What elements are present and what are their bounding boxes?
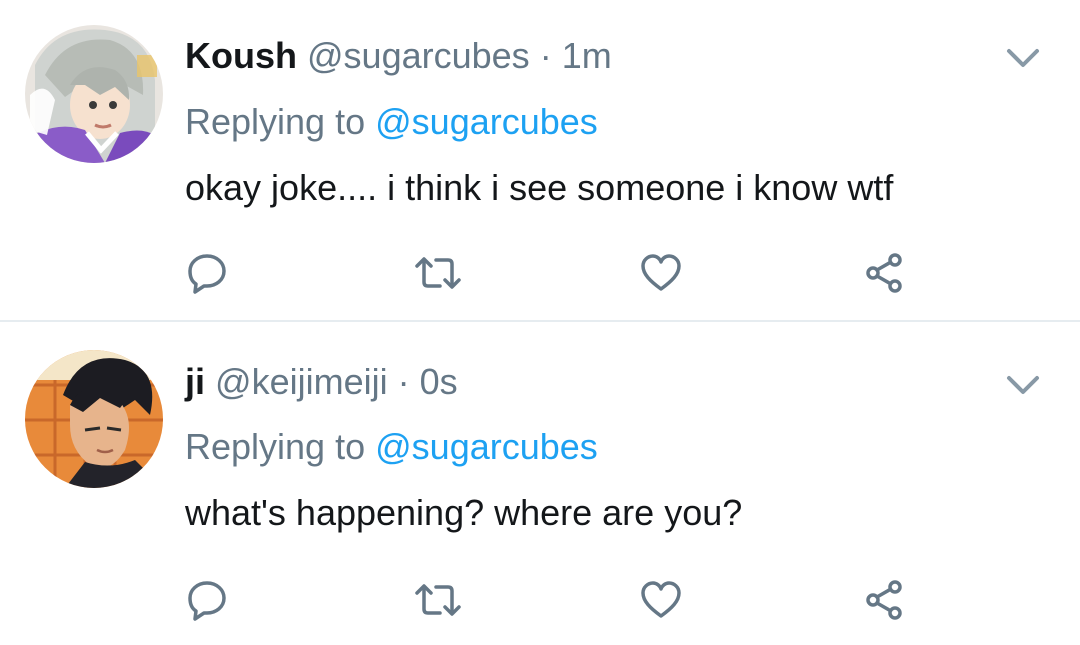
retweet-icon xyxy=(415,257,461,289)
retweet-button[interactable] xyxy=(413,248,463,298)
tweet[interactable]: Koush @sugarcubes · 1m Replying to @suga… xyxy=(0,0,1080,320)
share-icon xyxy=(866,253,902,293)
reply-button[interactable] xyxy=(182,575,232,625)
share-icon xyxy=(866,580,902,620)
display-name[interactable]: Koush xyxy=(185,35,297,76)
tweet-actions xyxy=(0,575,1080,625)
timestamp[interactable]: 1m xyxy=(562,35,612,76)
timestamp[interactable]: 0s xyxy=(420,361,458,402)
reply-button[interactable] xyxy=(182,248,232,298)
tweet-text: what's happening? where are you? xyxy=(185,492,743,533)
user-avatar[interactable] xyxy=(25,25,163,163)
chevron-down-icon[interactable] xyxy=(1003,365,1043,405)
tweet-actions xyxy=(0,248,1080,298)
replying-to-mention[interactable]: @sugarcubes xyxy=(375,426,598,467)
share-button[interactable] xyxy=(860,575,910,625)
like-icon xyxy=(641,254,681,291)
replying-to-label: Replying to xyxy=(185,101,366,142)
chevron-down-icon[interactable] xyxy=(1003,38,1043,78)
anime-avatar-dark-hair-icon xyxy=(25,350,163,488)
share-button[interactable] xyxy=(860,248,910,298)
reply-icon xyxy=(188,581,226,621)
user-avatar[interactable] xyxy=(25,350,163,488)
user-handle[interactable]: @sugarcubes xyxy=(307,35,530,76)
like-button[interactable] xyxy=(636,575,686,625)
tweet-text: okay joke.... i think i see someone i kn… xyxy=(185,167,894,208)
tweet-header: Koush @sugarcubes · 1m xyxy=(185,34,612,78)
retweet-button[interactable] xyxy=(413,575,463,625)
tweet-header: ji @keijimeiji · 0s xyxy=(185,360,458,404)
tweet[interactable]: ji @keijimeiji · 0s Replying to @sugarcu… xyxy=(0,322,1080,645)
like-button[interactable] xyxy=(636,248,686,298)
anime-avatar-gray-hair-icon xyxy=(25,25,163,163)
user-handle[interactable]: @keijimeiji xyxy=(215,361,388,402)
separator-dot: · xyxy=(539,35,552,76)
replying-to-line: Replying to @sugarcubes xyxy=(185,425,598,469)
display-name[interactable]: ji xyxy=(185,361,205,402)
like-icon xyxy=(641,581,681,618)
separator-dot: · xyxy=(397,361,410,402)
reply-icon xyxy=(188,254,226,294)
replying-to-line: Replying to @sugarcubes xyxy=(185,100,598,144)
replying-to-mention[interactable]: @sugarcubes xyxy=(375,101,598,142)
retweet-icon xyxy=(415,584,461,616)
replying-to-label: Replying to xyxy=(185,426,366,467)
